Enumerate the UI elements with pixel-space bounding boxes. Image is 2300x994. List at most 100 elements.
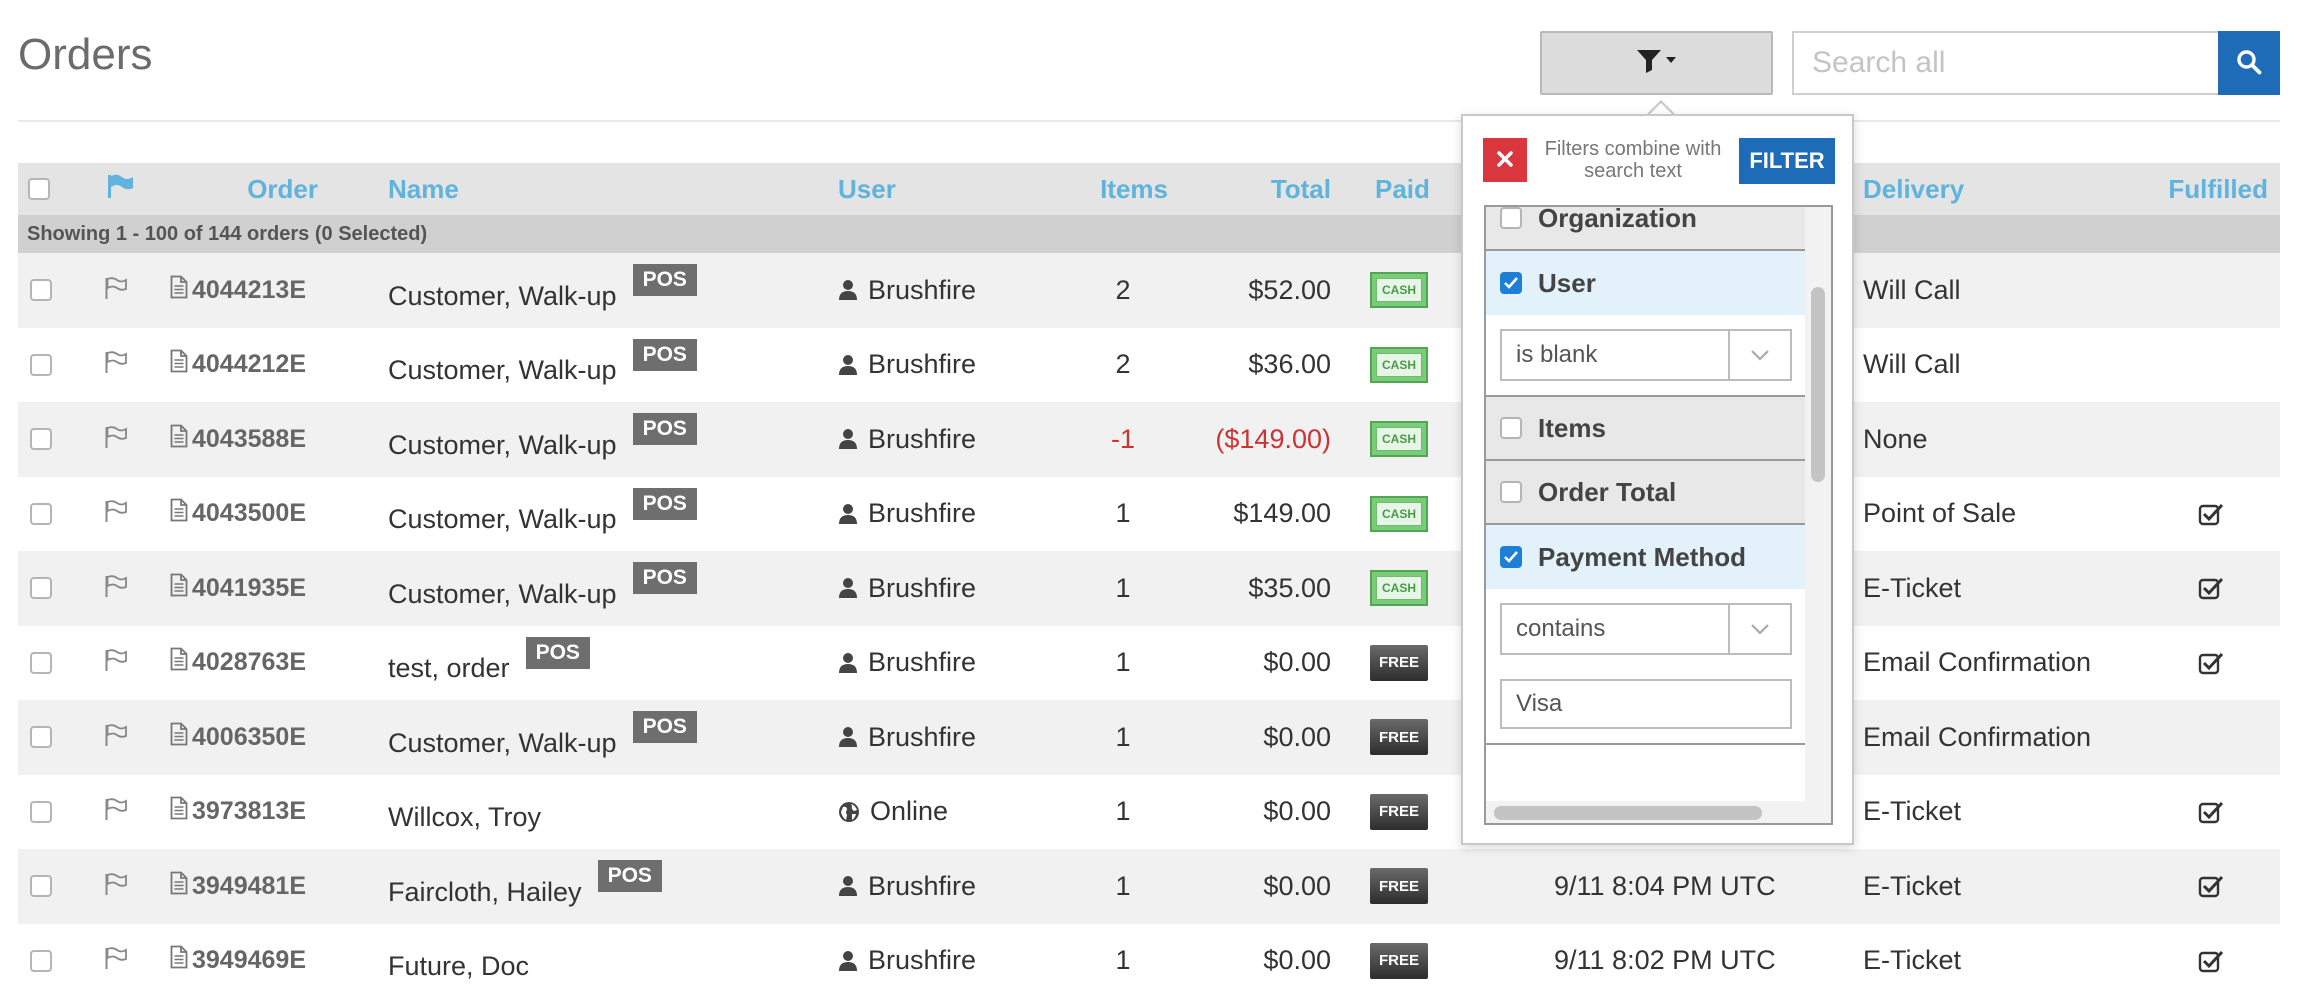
flag-icon [104,945,128,976]
horizontal-scrollbar[interactable] [1486,801,1831,823]
flag-button[interactable] [104,402,128,477]
user-icon [838,503,858,525]
table-row[interactable]: 3949469E Future, Doc Brushfire 1 $0.00 FREE 9/… [18,924,2280,994]
filter-list[interactable]: Organization User is blank Items Order T… [1484,205,1833,825]
order-link[interactable]: 3949469E [170,924,306,994]
title-divider [18,120,2280,122]
pos-badge: POS [632,711,697,744]
fulfilled-check-icon[interactable] [2198,551,2224,626]
search-button[interactable] [2218,31,2280,95]
filter-item-items[interactable]: Items [1486,397,1806,461]
user-cell: Online [838,775,948,850]
fulfilled-check-icon[interactable] [2198,477,2224,552]
row-checkbox[interactable] [30,700,52,775]
user-operator-select[interactable]: is blank [1500,329,1792,381]
items-column-header[interactable]: Items [1048,163,1168,215]
filter-item-user[interactable]: User [1486,251,1806,315]
free-badge: FREE [1370,644,1428,681]
flag-button[interactable] [104,253,128,328]
filter-toggle-button[interactable] [1540,31,1773,95]
order-column-header[interactable]: Order [218,163,318,215]
customer-name: Customer, Walk-up POS [388,328,697,403]
payment-method-checkbox[interactable] [1500,546,1522,568]
order-link[interactable]: 4044212E [170,328,306,403]
vertical-scrollbar[interactable] [1805,207,1831,807]
total-column-header[interactable]: Total [1198,163,1331,215]
order-total-checkbox[interactable] [1500,481,1522,503]
fulfilled-check-icon[interactable] [2198,924,2224,994]
table-row[interactable]: 4044212E Customer, Walk-up POS Brushfire 2 $3… [18,328,2280,403]
filter-icon [1635,48,1679,79]
row-checkbox[interactable] [30,477,52,552]
row-checkbox[interactable] [30,626,52,701]
table-row[interactable]: 4043588E Customer, Walk-up POS Brushfire -1 (… [18,402,2280,477]
flag-button[interactable] [104,477,128,552]
order-date: 9/11 8:04 PM UTC [1554,870,1776,901]
horizontal-scroll-thumb[interactable] [1494,806,1762,820]
organization-checkbox[interactable] [1500,207,1522,229]
vertical-scroll-thumb[interactable] [1811,287,1825,482]
table-row[interactable]: 4006350E Customer, Walk-up POS Brushfire 1 $0… [18,700,2280,775]
table-row[interactable]: 4043500E Customer, Walk-up POS Brushfire 1 $1… [18,477,2280,552]
flag-icon [106,163,134,215]
flag-button[interactable] [104,328,128,403]
filter-item-organization[interactable]: Organization [1486,207,1806,251]
delivery-method: Point of Sale [1863,498,2017,529]
flag-button[interactable] [104,775,128,850]
table-row[interactable]: 3949481E Faircloth, Hailey POS Brushfire 1 $0… [18,849,2280,924]
flag-button[interactable] [104,551,128,626]
document-icon [170,424,188,455]
operator-value: contains [1516,615,1606,642]
document-icon [170,871,188,902]
order-link[interactable]: 4006350E [170,700,306,775]
delivery-method: Email Confirmation [1863,721,2092,752]
row-checkbox[interactable] [30,775,52,850]
apply-filter-button[interactable]: FILTER [1739,138,1835,184]
flag-column-header[interactable] [106,163,134,215]
orders-table: Order Name User Items Total Paid Deliver… [18,163,2280,994]
row-checkbox[interactable] [30,328,52,403]
fulfilled-check-icon[interactable] [2198,849,2224,924]
filter-item-payment-method[interactable]: Payment Method [1486,525,1806,589]
order-link[interactable]: 4044213E [170,253,306,328]
delivery-column-header[interactable]: Delivery [1863,163,1964,215]
payment-operator-select[interactable]: contains [1500,603,1792,655]
customer-name: Future, Doc [388,951,530,982]
row-checkbox[interactable] [30,924,52,994]
order-link[interactable]: 3949481E [170,849,306,924]
order-link[interactable]: 4043588E [170,402,306,477]
table-row[interactable]: 4044213E Customer, Walk-up POS Brushfire 2 $5… [18,253,2280,328]
name-column-header[interactable]: Name [388,163,459,215]
filter-item-order-total[interactable]: Order Total [1486,461,1806,525]
user-checkbox[interactable] [1500,272,1522,294]
document-icon [170,349,188,380]
order-link[interactable]: 3973813E [170,775,306,850]
row-checkbox[interactable] [30,551,52,626]
flag-button[interactable] [104,700,128,775]
flag-button[interactable] [104,626,128,701]
flag-icon [104,498,128,529]
user-column-header[interactable]: User [838,163,896,215]
items-checkbox[interactable] [1500,417,1522,439]
flag-button[interactable] [104,924,128,994]
row-checkbox[interactable] [30,849,52,924]
clear-filters-button[interactable] [1483,138,1527,182]
flag-button[interactable] [104,849,128,924]
order-link[interactable]: 4043500E [170,477,306,552]
row-checkbox[interactable] [30,402,52,477]
row-checkbox[interactable] [30,253,52,328]
table-row[interactable]: 3973813E Willcox, Troy Online 1 $0.00 FREE E-T… [18,775,2280,850]
order-link[interactable]: 4028763E [170,626,306,701]
delivery-method: Will Call [1863,274,1961,305]
table-row[interactable]: 4041935E Customer, Walk-up POS Brushfire 1 $3… [18,551,2280,626]
search-input[interactable] [1792,31,2218,95]
delivery-method: E-Ticket [1863,796,1962,827]
fulfilled-check-icon[interactable] [2198,775,2224,850]
order-link[interactable]: 4041935E [170,551,306,626]
select-all-checkbox[interactable] [28,163,50,215]
paid-column-header[interactable]: Paid [1375,163,1430,215]
table-row[interactable]: 4028763E test, order POS Brushfire 1 $0.00 FRE… [18,626,2280,701]
fulfilled-column-header[interactable]: Fulfilled [2158,163,2268,215]
fulfilled-check-icon[interactable] [2198,626,2224,701]
payment-method-value-input[interactable]: Visa [1500,679,1792,729]
